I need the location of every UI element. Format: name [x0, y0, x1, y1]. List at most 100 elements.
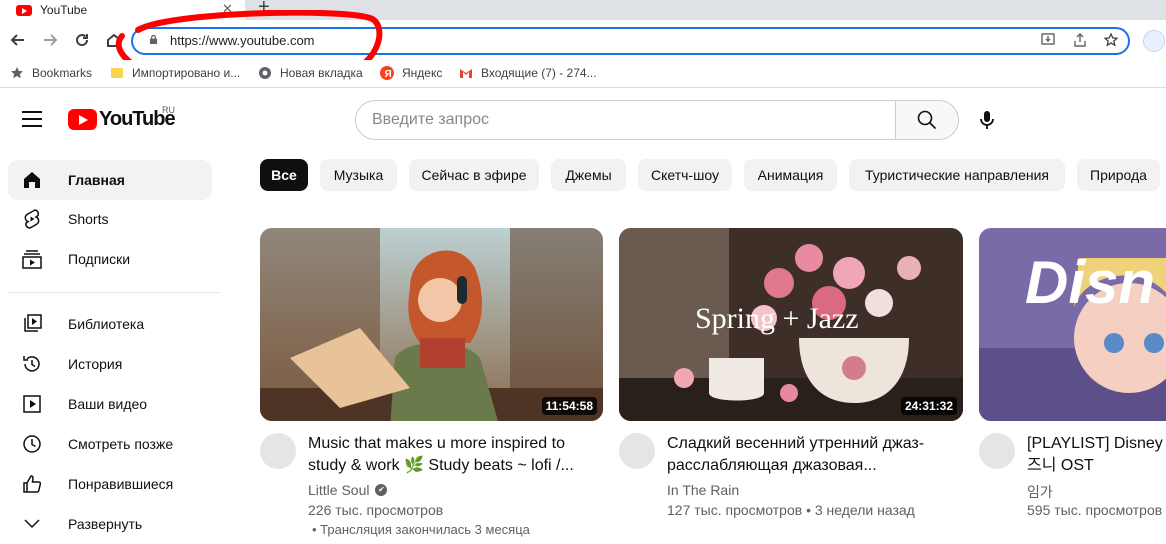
- chip-animation[interactable]: Анимация: [744, 159, 837, 191]
- video-title-line: [PLAYLIST] Disney s: [1027, 435, 1166, 452]
- channel-name[interactable]: 임가: [1027, 482, 1053, 502]
- thumbs-up-icon: [22, 474, 42, 494]
- youtube-logo[interactable]: YouTube: [68, 108, 176, 131]
- home-icon: [22, 170, 42, 190]
- globe-icon: [259, 67, 271, 79]
- bookmark-label: Входящие (7) - 274...: [481, 66, 597, 80]
- sidebar-item-liked[interactable]: Понравившиеся: [8, 464, 212, 504]
- sidebar-item-watch-later[interactable]: Смотреть позже: [8, 424, 212, 464]
- bookmark-star-icon[interactable]: [1103, 32, 1119, 49]
- shorts-icon: [22, 209, 42, 229]
- chip-travel-destinations[interactable]: Туристические направления: [849, 159, 1065, 191]
- sidebar-item-library[interactable]: Библиотека: [8, 304, 212, 344]
- chip-jams[interactable]: Джемы: [551, 159, 626, 191]
- video-duration: 11:54:58: [541, 397, 597, 415]
- chip-music[interactable]: Музыка: [320, 159, 397, 191]
- chip-all[interactable]: Все: [260, 159, 308, 191]
- chip-live[interactable]: Сейчас в эфире: [409, 159, 539, 191]
- sidebar-item-shorts[interactable]: Shorts: [8, 199, 212, 239]
- channel-name-text: Little Soul: [308, 482, 370, 498]
- your-videos-icon: [22, 394, 42, 414]
- star-icon: [11, 67, 23, 79]
- search-icon: [917, 110, 937, 130]
- bookmark-item-gmail[interactable]: Входящие (7) - 274...: [459, 66, 597, 80]
- region-label: RU: [162, 105, 175, 115]
- sidebar-item-label: Shorts: [68, 211, 109, 227]
- bookmark-item-new-tab[interactable]: Новая вкладка: [258, 66, 363, 80]
- sidebar-item-history[interactable]: История: [8, 344, 212, 384]
- chip-sketch-shows[interactable]: Скетч-шоу: [638, 159, 732, 191]
- sidebar-item-home[interactable]: Главная: [8, 160, 212, 200]
- library-icon: [22, 314, 42, 334]
- channel-avatar[interactable]: [260, 433, 296, 469]
- sidebar-item-label: Развернуть: [68, 516, 143, 532]
- sidebar-item-subscriptions[interactable]: Подписки: [8, 239, 212, 279]
- video-title-line: 즈니 OST: [1027, 457, 1094, 474]
- sidebar-item-label: Библиотека: [68, 316, 145, 332]
- video-title-line: расслабляющая джазовая...: [667, 457, 877, 474]
- lofi-girl-thumbnail-image: [260, 228, 603, 421]
- sidebar-item-label: Ваши видео: [68, 396, 148, 412]
- bookmark-item-imported[interactable]: Импортировано и...: [110, 66, 240, 80]
- tab-title: YouTube: [40, 3, 88, 17]
- search-input[interactable]: Введите запрос: [355, 100, 896, 140]
- sidebar-item-label: Подписки: [68, 251, 131, 267]
- yandex-icon: Я: [380, 66, 394, 80]
- bookmark-item-bookmarks[interactable]: Bookmarks: [10, 66, 92, 80]
- verified-badge-icon: ✔: [375, 484, 388, 496]
- video-title-line: study & work 🌿 Study beats ~ lofi /...: [308, 457, 574, 474]
- channel-name-text: In The Rain: [667, 482, 740, 498]
- reload-icon: [76, 34, 89, 47]
- chip-nature[interactable]: Природа: [1077, 159, 1160, 191]
- arrow-right-icon: [44, 34, 58, 46]
- bookmark-item-yandex[interactable]: Я Яндекс: [380, 66, 442, 80]
- video-views: 595 тыс. просмотров: [1027, 502, 1163, 518]
- back-button[interactable]: [8, 30, 28, 50]
- profile-avatar[interactable]: [1143, 30, 1165, 52]
- channel-name[interactable]: In The Rain: [667, 482, 739, 498]
- sidebar-item-your-videos[interactable]: Ваши видео: [8, 384, 212, 424]
- sidebar-item-label: История: [68, 356, 123, 372]
- video-title-line: Сладкий весенний утренний джаз-: [667, 435, 925, 452]
- video-title[interactable]: Сладкий весенний утренний джаз- расслабл…: [667, 433, 924, 477]
- video-title-line: Music that makes u more inspired to: [308, 435, 565, 452]
- install-app-icon[interactable]: [1040, 33, 1056, 49]
- video-views: 226 тыс. просмотров: [308, 502, 444, 518]
- video-thumbnail-spring-jazz[interactable]: Spring + Jazz 24:31:32: [619, 228, 963, 421]
- thumbnail-overlay-text: Disn: [1025, 249, 1156, 316]
- bookmark-label: Импортировано и...: [132, 66, 241, 80]
- search-button[interactable]: [895, 100, 959, 140]
- folder-icon: [111, 68, 123, 78]
- reload-button[interactable]: [72, 30, 92, 50]
- bookmark-label: Новая вкладка: [280, 66, 363, 80]
- watch-later-icon: [22, 434, 42, 454]
- gmail-icon: [460, 69, 472, 78]
- video-title[interactable]: [PLAYLIST] Disney s 즈니 OST: [1027, 433, 1166, 477]
- youtube-play-icon: [68, 109, 97, 130]
- bookmark-label: Яндекс: [402, 66, 443, 80]
- svg-text:Я: Я: [385, 69, 392, 80]
- forward-button[interactable]: [40, 30, 60, 50]
- microphone-icon[interactable]: [976, 109, 998, 131]
- sidebar-item-label: Главная: [68, 172, 125, 188]
- video-title[interactable]: Music that makes u more inspired to stud…: [308, 433, 574, 477]
- channel-avatar[interactable]: [979, 433, 1015, 469]
- bookmark-label: Bookmarks: [32, 66, 93, 80]
- sidebar-divider: [8, 292, 220, 293]
- share-icon[interactable]: [1072, 33, 1088, 49]
- video-duration: 24:31:32: [900, 397, 957, 415]
- sidebar-item-label: Понравившиеся: [68, 476, 174, 492]
- arrow-left-icon: [10, 34, 24, 46]
- hamburger-menu-icon[interactable]: [22, 111, 42, 127]
- video-views: 127 тыс. просмотров • 3 недели назад: [667, 502, 915, 518]
- thumbnail-overlay-text: Spring + Jazz: [695, 302, 859, 335]
- channel-name-text: 임가: [1027, 484, 1053, 500]
- youtube-favicon-icon: [16, 4, 32, 16]
- video-thumbnail-disney-playlist[interactable]: Disn: [979, 228, 1166, 421]
- video-thumbnail-lofi[interactable]: 11:54:58: [260, 228, 603, 421]
- sidebar-item-expand[interactable]: Развернуть: [8, 504, 212, 544]
- channel-name[interactable]: Little Soul ✔: [308, 482, 388, 498]
- channel-avatar[interactable]: [619, 433, 655, 469]
- chevron-down-icon: [22, 514, 42, 534]
- sidebar-item-label: Смотреть позже: [68, 436, 174, 452]
